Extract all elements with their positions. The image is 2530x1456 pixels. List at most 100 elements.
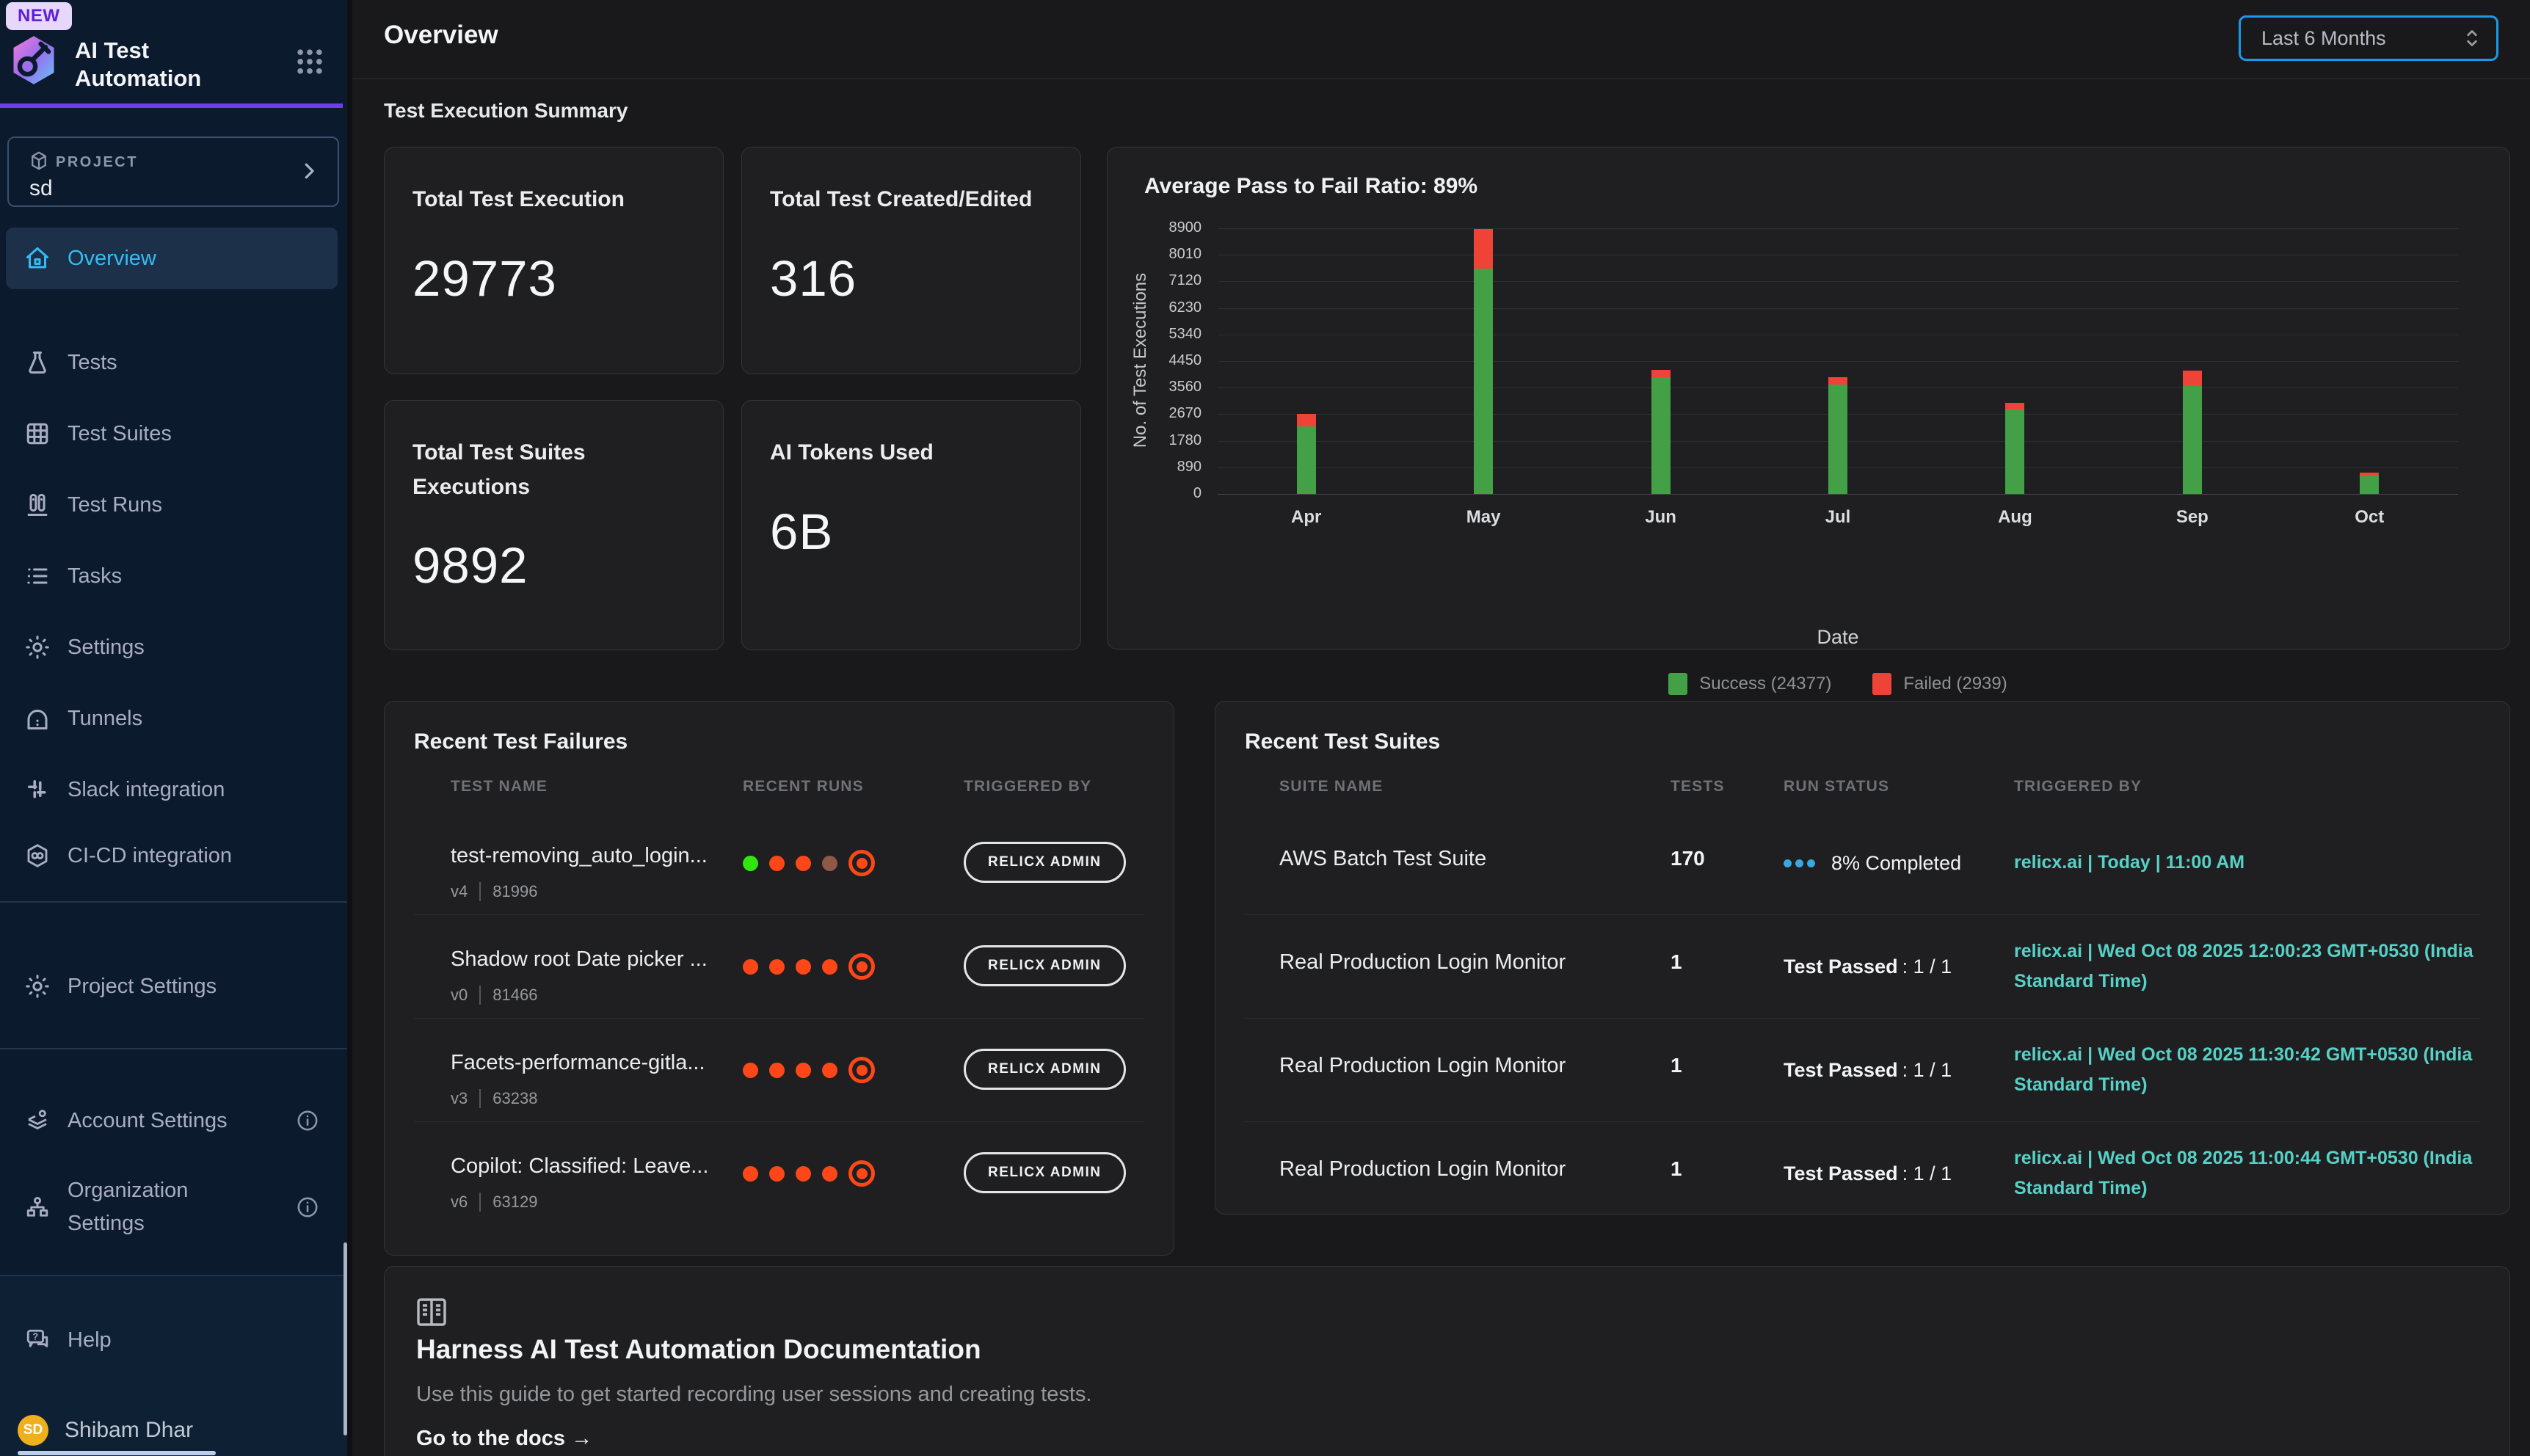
pass-fail-chart-card: Average Pass to Fail Ratio: 89% No. of T… xyxy=(1107,147,2510,649)
sidebar-item-account-settings[interactable]: Account Settings xyxy=(6,1090,338,1151)
recent-test-failures-card: Recent Test Failures TEST NAME RECENT RU… xyxy=(384,701,1174,1256)
sidebar: NEW AI Test Automation xyxy=(0,0,347,1456)
test-name: Facets-performance-gitla... xyxy=(451,1051,705,1075)
sidebar-item-label: CI-CD integration xyxy=(68,844,232,868)
sidebar-item-test-suites[interactable]: Test Suites xyxy=(6,403,338,465)
sidebar-item-label: Test Suites xyxy=(68,422,172,446)
app-title: AI Test Automation xyxy=(75,37,201,92)
sidebar-item-tasks[interactable]: Tasks xyxy=(6,545,338,607)
sidebar-item-cicd-integration[interactable]: CI-CD integration xyxy=(6,825,338,887)
svg-text:?: ? xyxy=(32,1331,38,1342)
sidebar-item-settings[interactable]: Settings xyxy=(6,616,338,678)
sidebar-item-test-runs[interactable]: Test Runs xyxy=(6,474,338,536)
sidebar-item-slack-integration[interactable]: Slack integration xyxy=(6,759,338,820)
table-row[interactable]: Real Production Login Monitor 1 Test Pas… xyxy=(1245,914,2480,1018)
column-header-triggered-by: TRIGGERED BY xyxy=(2014,778,2142,796)
table-row[interactable]: Real Production Login Monitor 1 Test Pas… xyxy=(1245,1018,2480,1121)
stat-label: Total Test Created/Edited xyxy=(770,183,1053,217)
sidebar-item-label: Test Runs xyxy=(68,493,162,517)
page-title: Overview xyxy=(384,21,498,50)
chart-legend: Success (24377) Failed (2939) xyxy=(1218,673,2458,695)
date-range-select[interactable]: Last 6 Months xyxy=(2239,15,2498,61)
stat-value: 9892 xyxy=(412,536,695,594)
recent-run-dots xyxy=(743,1019,875,1121)
stat-label: Total Test Execution xyxy=(412,183,695,217)
table-row[interactable]: Real Production Login Monitor 1 Test Pas… xyxy=(1245,1121,2480,1225)
user-menu[interactable]: SD Shibam Dhar xyxy=(0,1407,332,1454)
sidebar-item-organization-settings[interactable]: Organization Settings xyxy=(6,1163,338,1251)
sidebar-item-label: Help xyxy=(68,1328,112,1353)
recent-run-dots xyxy=(743,1122,875,1225)
sidebar-item-project-settings[interactable]: Project Settings xyxy=(6,956,338,1017)
project-label: PROJECT xyxy=(56,154,138,171)
test-name: Copilot: Classified: Leave... xyxy=(451,1154,708,1179)
docs-link[interactable]: Go to the docs → xyxy=(416,1427,592,1451)
triggered-by-button[interactable]: RELICX ADMIN xyxy=(964,945,1126,986)
sidebar-item-help[interactable]: ? Help xyxy=(6,1309,338,1371)
suites-rows: AWS Batch Test Suite 170 8% Completed re… xyxy=(1245,812,2480,1225)
test-version-id: v363238 xyxy=(451,1089,537,1108)
sidebar-item-tunnels[interactable]: Tunnels xyxy=(6,688,338,749)
suite-tests-count: 1 xyxy=(1671,950,1682,974)
cicd-hexagon-icon xyxy=(23,842,51,869)
flask-icon xyxy=(23,349,51,376)
column-header-tests: TESTS xyxy=(1671,778,1725,796)
new-badge: NEW xyxy=(6,2,72,30)
documentation-card: Harness AI Test Automation Documentation… xyxy=(384,1266,2510,1456)
section-title: Test Execution Summary xyxy=(384,99,628,123)
failures-rows: test-removing_auto_login... v481996 RELI… xyxy=(414,812,1144,1225)
info-icon[interactable] xyxy=(295,1195,320,1220)
suite-tests-count: 1 xyxy=(1671,1157,1682,1181)
triggered-by-button[interactable]: RELICX ADMIN xyxy=(964,842,1126,883)
suite-name: Real Production Login Monitor xyxy=(1279,1157,1566,1182)
chart-title: Average Pass to Fail Ratio: 89% xyxy=(1144,174,1477,199)
legend-swatch-failed xyxy=(1872,673,1891,695)
column-header-test-name: TEST NAME xyxy=(451,778,548,796)
triggered-by-text: relicx.ai | Wed Oct 08 2025 11:30:42 GMT… xyxy=(2014,1019,2484,1121)
column-header-run-status: RUN STATUS xyxy=(1784,778,1889,796)
slack-icon xyxy=(23,776,51,803)
stat-label: Total Test Suites Executions xyxy=(412,436,655,504)
table-row[interactable]: Copilot: Classified: Leave... v663129 RE… xyxy=(414,1121,1144,1225)
chevron-right-icon xyxy=(298,160,320,182)
table-row[interactable]: test-removing_auto_login... v481996 RELI… xyxy=(414,812,1144,914)
chart-plot-area: AprMayJunJulAugSepOct xyxy=(1218,228,2458,494)
info-icon[interactable] xyxy=(295,1108,320,1133)
sidebar-divider xyxy=(0,1048,347,1049)
recent-test-suites-card: Recent Test Suites SUITE NAME TESTS RUN … xyxy=(1215,701,2510,1215)
sidebar-item-overview[interactable]: Overview xyxy=(6,228,338,289)
select-chevrons-icon xyxy=(2462,26,2482,51)
table-row[interactable]: Facets-performance-gitla... v363238 RELI… xyxy=(414,1018,1144,1121)
triggered-by-button[interactable]: RELICX ADMIN xyxy=(964,1152,1126,1193)
legend-item-success: Success (24377) xyxy=(1668,673,1831,695)
table-row[interactable]: Shadow root Date picker ... v081466 RELI… xyxy=(414,914,1144,1018)
gear-icon xyxy=(23,973,51,1000)
horizontal-scrollbar[interactable] xyxy=(18,1451,216,1455)
app-switcher-grid-icon[interactable] xyxy=(294,46,326,78)
sidebar-scrollbar[interactable] xyxy=(343,1242,347,1435)
sidebar-item-label: Tunnels xyxy=(68,707,142,731)
triggered-by-button[interactable]: RELICX ADMIN xyxy=(964,1049,1126,1090)
triggered-by-text: relicx.ai | Wed Oct 08 2025 12:00:23 GMT… xyxy=(2014,915,2484,1018)
project-selector[interactable]: PROJECT sd xyxy=(7,136,339,207)
table-row[interactable]: AWS Batch Test Suite 170 8% Completed re… xyxy=(1245,812,2480,914)
docs-book-icon xyxy=(414,1295,449,1330)
date-range-value: Last 6 Months xyxy=(2261,27,2462,50)
suite-name: Real Production Login Monitor xyxy=(1279,1054,1566,1078)
suite-name: AWS Batch Test Suite xyxy=(1279,847,1486,871)
card-title: Recent Test Failures xyxy=(414,729,628,754)
stat-value: 316 xyxy=(770,250,1053,307)
stat-card-total-test-execution: Total Test Execution 29773 xyxy=(384,147,724,374)
triggered-by-text: relicx.ai | Today | 11:00 AM xyxy=(2014,812,2484,914)
sidebar-item-tests[interactable]: Tests xyxy=(6,332,338,393)
sidebar-item-label: Tests xyxy=(68,351,117,375)
sidebar-footer: ? Help SD Shibam Dhar xyxy=(0,1275,347,1456)
test-name: test-removing_auto_login... xyxy=(451,844,708,868)
stat-card-total-test-created: Total Test Created/Edited 316 xyxy=(741,147,1081,374)
stat-label: AI Tokens Used xyxy=(770,436,1053,470)
card-title: Recent Test Suites xyxy=(1245,729,1440,754)
layers-gear-icon xyxy=(23,1107,51,1134)
tunnel-icon xyxy=(23,705,51,732)
sidebar-item-label: Overview xyxy=(68,247,156,271)
home-icon xyxy=(23,245,51,272)
